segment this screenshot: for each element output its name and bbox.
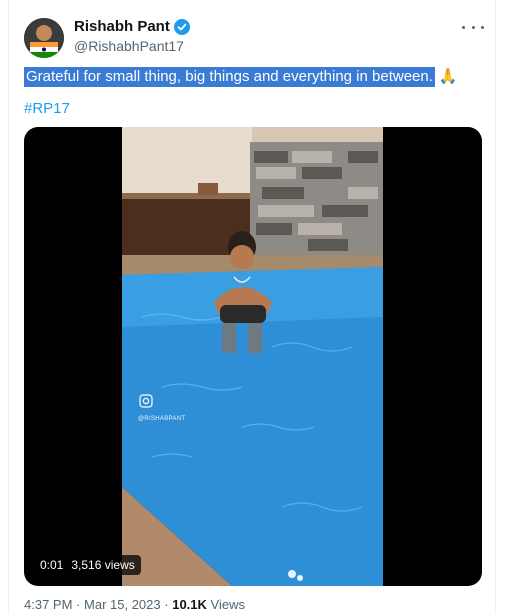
tweet-meta: 4:37 PM · Mar 15, 2023 · 10.1K Views <box>24 597 245 612</box>
meta-separator: · <box>76 597 81 612</box>
tweet-date[interactable]: Mar 15, 2023 <box>84 597 161 612</box>
meta-separator: · <box>164 597 169 612</box>
author-handle[interactable]: @RishabhPant17 <box>74 38 184 54</box>
watermark-text: @RISHABPANT <box>138 416 186 422</box>
tweet-text-body: Grateful for small thing, big things and… <box>24 67 435 87</box>
tweet-time[interactable]: 4:37 PM <box>24 597 72 612</box>
verified-badge-icon <box>173 18 190 35</box>
video-views: 3,516 views <box>71 558 135 572</box>
author-name-row[interactable]: Rishabh Pant <box>74 18 190 35</box>
video-time-badge: 0:01 3,516 views <box>34 555 141 575</box>
hashtag-link[interactable]: #RP17 <box>24 100 70 117</box>
views-label: Views <box>210 597 245 612</box>
avatar[interactable] <box>24 18 64 58</box>
folded-hands-emoji-icon: 🙏 <box>438 68 458 85</box>
video-player[interactable]: @RISHABPANT 0:01 3,516 views <box>24 127 482 586</box>
more-options-icon[interactable] <box>462 20 484 34</box>
view-count: 10.1K <box>172 597 207 612</box>
author-name[interactable]: Rishabh Pant <box>74 18 170 35</box>
video-elapsed: 0:01 <box>40 558 64 572</box>
tweet-text: Grateful for small thing, big things and… <box>24 67 458 87</box>
video-frame[interactable]: @RISHABPANT <box>122 127 383 586</box>
